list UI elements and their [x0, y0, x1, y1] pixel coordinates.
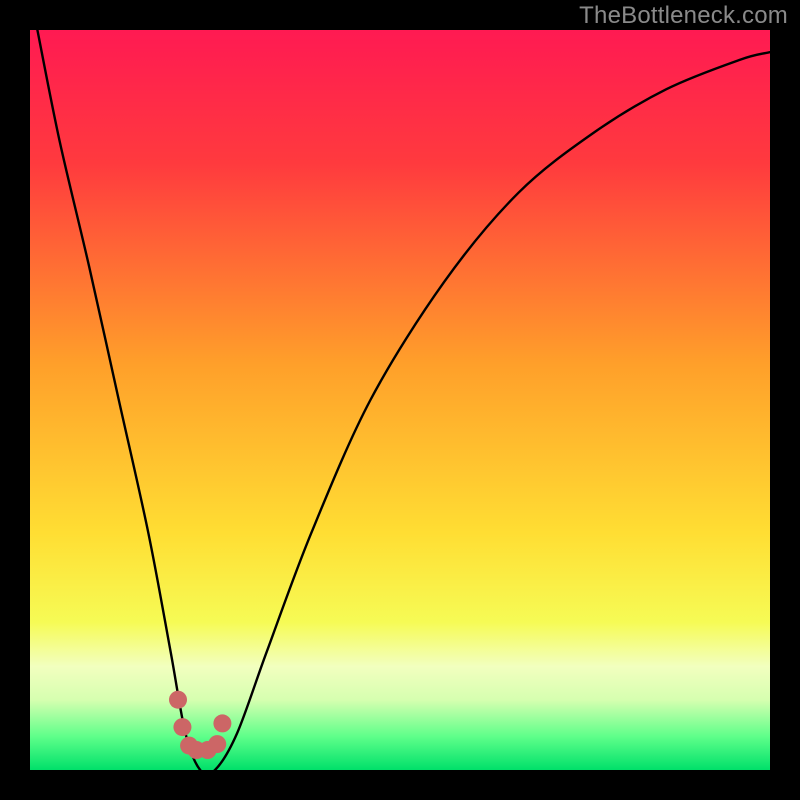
highlight-point — [213, 714, 231, 732]
bottleneck-curve — [37, 30, 770, 770]
highlight-point — [169, 691, 187, 709]
watermark-text: TheBottleneck.com — [579, 2, 788, 30]
chart-frame: TheBottleneck.com — [0, 0, 800, 800]
highlight-point — [208, 735, 226, 753]
curve-layer — [30, 30, 770, 770]
highlight-point — [173, 718, 191, 736]
highlight-markers — [169, 691, 231, 759]
plot-area — [30, 30, 770, 770]
